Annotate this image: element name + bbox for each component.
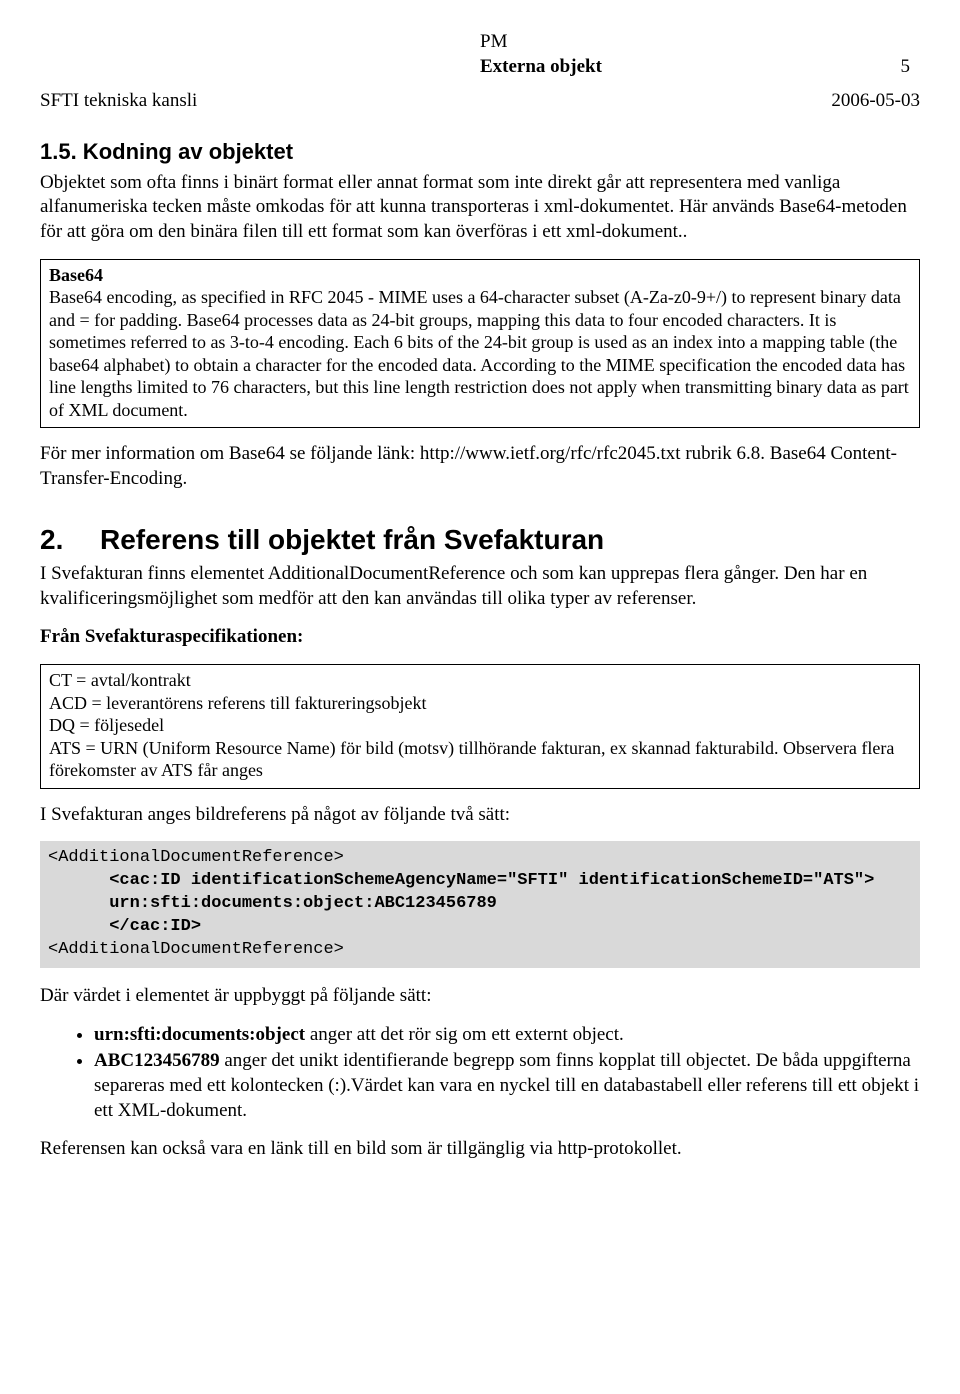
section-2-num: 2. — [40, 522, 100, 558]
spec-box: CT = avtal/kontrakt ACD = leverantörens … — [40, 664, 920, 789]
section-2-title: Referens till objektet från Svefakturan — [100, 524, 604, 555]
bullet-bold-1: ABC123456789 — [94, 1050, 220, 1071]
bullet-list: urn:sfti:documents:object anger att det … — [40, 1023, 920, 1124]
spec-label: Från Svefakturaspecifikationen: — [40, 625, 920, 650]
section-2-para4: Referensen kan också vara en länk till e… — [40, 1137, 920, 1162]
section-1-5-para2: För mer information om Base64 se följand… — [40, 442, 920, 491]
section-2-heading: 2.Referens till objektet från Svefaktura… — [40, 522, 920, 558]
header-pm: PM — [480, 30, 920, 55]
list-item: ABC123456789 anger det unikt identifiera… — [94, 1049, 920, 1123]
xml-code-block: <AdditionalDocumentReference> <cac:ID id… — [40, 841, 920, 968]
header-date: 2006-05-03 — [831, 89, 920, 114]
code-line-2c: </cac:ID> — [48, 917, 201, 936]
header-org: SFTI tekniska kansli — [40, 89, 197, 114]
code-line-3: <AdditionalDocumentReference> — [48, 940, 344, 959]
section-2-para1: I Svefakturan finns elementet Additional… — [40, 562, 920, 611]
section-1-5-para1: Objektet som ofta finns i binärt format … — [40, 171, 920, 245]
section-2-para3: Där värdet i elementet är uppbyggt på fö… — [40, 984, 920, 1009]
bullet-rest-0: anger att det rör sig om ett externt obj… — [305, 1024, 624, 1045]
code-line-2b: urn:sfti:documents:object:ABC123456789 — [48, 894, 497, 913]
base64-box: Base64 Base64 encoding, as specified in … — [40, 259, 920, 429]
section-1-5-heading: 1.5. Kodning av objektet — [40, 138, 920, 167]
code-line-1: <AdditionalDocumentReference> — [48, 848, 344, 867]
list-item: urn:sfti:documents:object anger att det … — [94, 1023, 920, 1048]
base64-box-title: Base64 — [49, 264, 911, 287]
page-header: PM Externa objekt 5 SFTI tekniska kansli… — [40, 30, 920, 114]
bullet-bold-0: urn:sfti:documents:object — [94, 1024, 305, 1045]
section-2-para2: I Svefakturan anges bildreferens på någo… — [40, 803, 920, 828]
code-line-2a: <cac:ID identificationSchemeAgencyName="… — [48, 871, 874, 890]
page-number: 5 — [901, 55, 911, 80]
base64-box-body: Base64 encoding, as specified in RFC 204… — [49, 286, 911, 421]
header-title: Externa objekt — [480, 55, 602, 80]
